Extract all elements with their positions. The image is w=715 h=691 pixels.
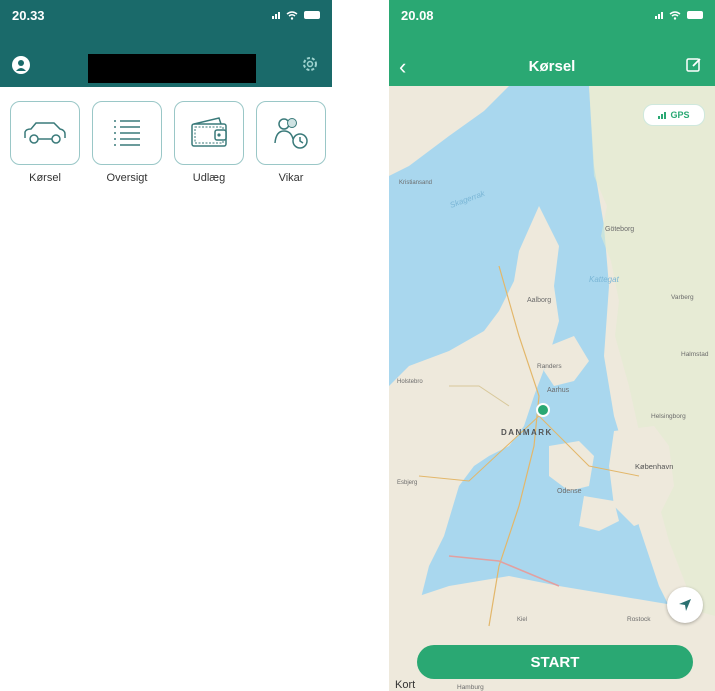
map-label-danmark: DANMARK [501, 428, 553, 437]
battery-icon [304, 11, 320, 19]
map-label-aarhus: Aarhus [547, 387, 570, 394]
map-label-randers: Randers [537, 363, 562, 370]
wifi-icon [286, 10, 298, 20]
home-header: 20.33 [0, 0, 332, 87]
edit-note-icon[interactable] [685, 56, 703, 74]
map-view[interactable]: Skagerrak Kattegat Göteborg Varberg Halm… [389, 86, 715, 691]
feature-tiles: Kørsel Oversigt Udlæg Vikar [10, 101, 326, 184]
current-location-marker [536, 403, 550, 417]
map-attribution: Kort [395, 679, 416, 691]
page-title: Kørsel [528, 58, 576, 75]
settings-gear-icon[interactable] [300, 54, 320, 74]
map-label-aalborg: Aalborg [527, 297, 551, 304]
wifi-icon [669, 10, 681, 20]
map-label-esbjerg: Esbjerg [397, 480, 417, 486]
tile-label: Kørsel [29, 172, 61, 184]
map-label-odense: Odense [557, 488, 582, 495]
people-clock-icon [274, 118, 308, 149]
map-label-kobenhavn: København [635, 462, 673, 471]
status-time: 20.33 [12, 7, 45, 23]
start-button[interactable]: START [417, 645, 693, 679]
map-label-goteborg: Göteborg [605, 226, 634, 233]
tile-label: Oversigt [106, 172, 148, 184]
status-time: 20.08 [401, 7, 434, 23]
map-label-helsingborg: Helsingborg [651, 413, 686, 420]
gps-signal-icon [658, 111, 667, 119]
tile-label: Udlæg [192, 172, 226, 184]
tile-udlaeg[interactable]: Udlæg [174, 101, 244, 184]
status-bar: 20.08 [389, 0, 715, 30]
drive-screen: 20.08 ‹ Kørsel Skagerrak Kattegat Götebo… [389, 0, 715, 691]
map-label-hamburg: Hamburg [457, 684, 484, 691]
drive-header: 20.08 ‹ Kørsel [389, 0, 715, 86]
wallet-icon [191, 117, 227, 147]
map-label-kattegat: Kattegat [589, 275, 620, 284]
user-profile-icon[interactable] [12, 56, 30, 74]
locate-me-button[interactable] [667, 587, 703, 623]
signal-icon [655, 11, 663, 19]
tile-korsel[interactable]: Kørsel [10, 101, 80, 184]
map-label-halmstad: Halmstad [681, 351, 709, 358]
tile-oversigt[interactable]: Oversigt [92, 101, 162, 184]
navigation-arrow-icon [679, 599, 691, 611]
signal-icon [272, 11, 280, 19]
map-label-rostock: Rostock [627, 616, 651, 623]
map-label-kristiansand: Kristiansand [399, 180, 432, 186]
map-label-varberg: Varberg [671, 294, 694, 301]
redacted-user-name [88, 54, 256, 83]
tile-label: Vikar [278, 172, 304, 184]
car-icon [24, 122, 66, 144]
map-label-holstebro: Holstebro [397, 379, 423, 385]
gps-signal-badge: GPS [643, 104, 705, 126]
home-screen: 20.33 Kørsel Oversigt Udlæg Vikar [0, 0, 332, 691]
gps-label: GPS [670, 110, 690, 120]
battery-icon [687, 11, 703, 19]
list-icon [114, 120, 140, 146]
tile-vikar[interactable]: Vikar [256, 101, 326, 184]
map-label-kiel: Kiel [517, 617, 527, 623]
status-bar: 20.33 [0, 0, 332, 30]
